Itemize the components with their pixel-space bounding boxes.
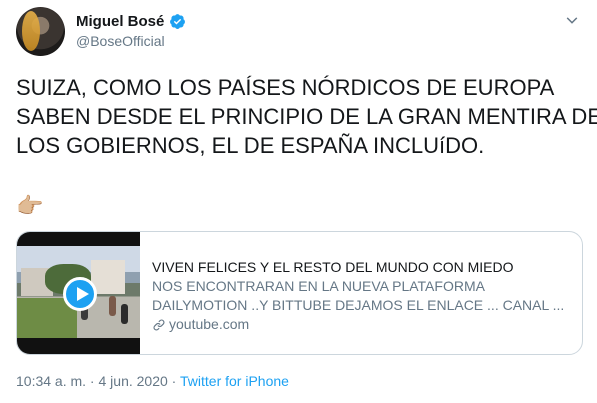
- tweet-source-link[interactable]: Twitter for iPhone: [180, 373, 289, 389]
- meta-separator: ·: [167, 373, 180, 389]
- avatar-ring: [16, 7, 65, 56]
- verified-badge-icon: [170, 14, 186, 29]
- tweet-text: SUIZA, COMO LOS PAÍSES NÓRDICOS DE EUROP…: [16, 73, 597, 160]
- tweet-date[interactable]: 4 jun. 2020: [99, 373, 168, 389]
- author-name-row: Miguel Bosé: [76, 13, 186, 30]
- display-name[interactable]: Miguel Bosé: [76, 13, 164, 30]
- thumbnail-person: [121, 304, 128, 324]
- tweet-text-line: LOS GOBIERNOS, EL DE ESPAÑA INCLUíDO.: [16, 133, 485, 158]
- author-handle[interactable]: @BoseOfficial: [76, 33, 165, 49]
- card-domain-text: youtube.com: [169, 316, 250, 332]
- tweet-time[interactable]: 10:34 a. m.: [16, 373, 86, 389]
- tweet-text-line: SUIZA, COMO LOS PAÍSES NÓRDICOS DE EUROP…: [16, 75, 555, 100]
- pointing-hand-emoji: 👉🏼: [16, 193, 44, 218]
- video-thumbnail[interactable]: [17, 232, 140, 354]
- tweet-meta: 10:34 a. m. · 4 jun. 2020 · Twitter for …: [16, 373, 289, 389]
- link-card[interactable]: VIVEN FELICES Y EL RESTO DEL MUNDO CON M…: [16, 231, 583, 355]
- link-icon: [153, 319, 165, 330]
- chevron-down-icon[interactable]: [563, 12, 581, 30]
- thumbnail-person: [109, 296, 116, 316]
- meta-separator: ·: [86, 373, 99, 389]
- card-title: VIVEN FELICES Y EL RESTO DEL MUNDO CON M…: [152, 259, 514, 275]
- card-description-line: NOS ENCONTRARAN EN LA NUEVA PLATAFORMA: [152, 278, 485, 294]
- play-icon[interactable]: [63, 277, 97, 311]
- card-body: VIVEN FELICES Y EL RESTO DEL MUNDO CON M…: [152, 258, 572, 334]
- avatar[interactable]: [16, 7, 65, 56]
- card-description-line: DAILYMOTION ..Y BITTUBE DEJAMOS EL ENLAC…: [152, 297, 565, 313]
- tweet-text-line: SABEN DESDE EL PRINCIPIO DE LA GRAN MENT…: [16, 104, 597, 129]
- card-domain: youtube.com: [152, 315, 572, 334]
